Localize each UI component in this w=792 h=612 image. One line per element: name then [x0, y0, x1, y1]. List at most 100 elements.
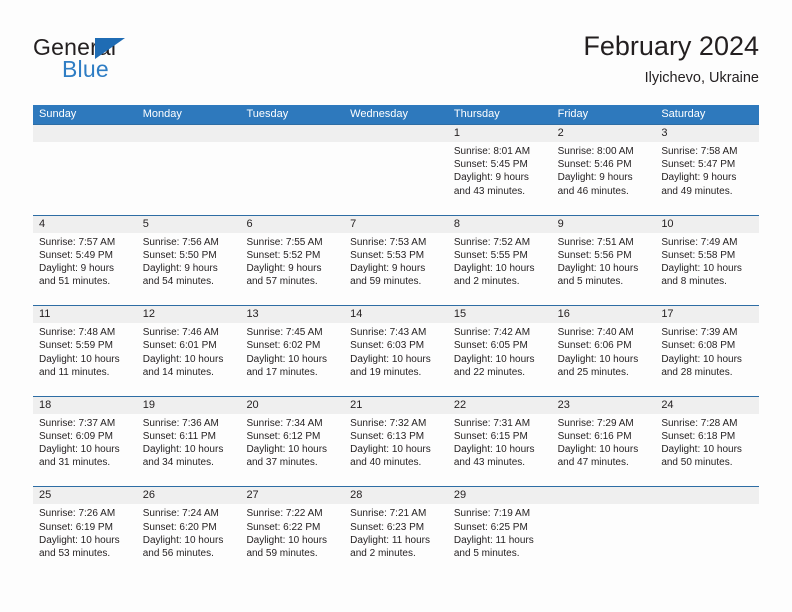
day-number: 29 — [447, 487, 552, 505]
daylight-text-line1: Daylight: 10 hours — [661, 263, 742, 274]
sunset-text: Sunset: 5:58 PM — [661, 249, 736, 261]
daylight-text-line1: Daylight: 10 hours — [557, 444, 639, 456]
day-cell[interactable]: 16 Sunrise: 7:40 AM Sunset: 6:06 PM Dayl… — [551, 306, 656, 396]
daylight-text-line1: Daylight: 10 hours — [39, 534, 120, 546]
day-sun-info: Sunrise: 7:40 AM Sunset: 6:06 PM Dayligh… — [552, 323, 656, 379]
day-number: 3 — [655, 125, 760, 142]
day-cell[interactable] — [240, 125, 345, 215]
day-cell[interactable]: 22 Sunrise: 7:31 AM Sunset: 6:15 PM Dayl… — [447, 396, 552, 487]
day-number: 28 — [344, 487, 448, 505]
sunrise-text: Sunrise: 7:29 AM — [557, 417, 634, 429]
daylight-text-line1: Daylight: 10 hours — [453, 353, 535, 365]
sunrise-text: Sunrise: 7:28 AM — [661, 417, 738, 429]
day-number: 19 — [136, 396, 241, 414]
day-cell[interactable]: 3 Sunrise: 7:58 AM Sunset: 5:47 PM Dayli… — [655, 125, 760, 215]
day-cell[interactable]: 27 Sunrise: 7:22 AM Sunset: 6:22 PM Dayl… — [240, 487, 345, 577]
day-cell[interactable]: 8 Sunrise: 7:52 AM Sunset: 5:55 PM Dayli… — [447, 215, 552, 306]
title-block: February 2024 Ilyichevo, Ukraine — [583, 30, 759, 88]
daylight-text-line2: and 11 minutes. — [39, 366, 110, 378]
sunset-text: Sunset: 5:45 PM — [453, 159, 528, 171]
daylight-text-line1: Daylight: 10 hours — [39, 444, 120, 456]
day-cell[interactable]: 9 Sunrise: 7:51 AM Sunset: 5:56 PM Dayli… — [551, 215, 656, 306]
day-cell[interactable]: 18 Sunrise: 7:37 AM Sunset: 6:09 PM Dayl… — [33, 396, 137, 487]
day-sun-info: Sunrise: 7:52 AM Sunset: 5:55 PM Dayligh… — [448, 233, 552, 289]
week-row: 11 Sunrise: 7:48 AM Sunset: 5:59 PM Dayl… — [33, 305, 760, 396]
sunrise-text: Sunrise: 7:31 AM — [453, 417, 531, 429]
day-sun-info: Sunrise: 7:51 AM Sunset: 5:56 PM Dayligh… — [552, 233, 656, 289]
day-cell[interactable]: 17 Sunrise: 7:39 AM Sunset: 6:08 PM Dayl… — [655, 306, 760, 396]
day-number: 8 — [447, 215, 552, 233]
day-cell[interactable]: 1 Sunrise: 8:01 AM Sunset: 5:45 PM Dayli… — [447, 125, 552, 215]
day-number — [136, 125, 241, 142]
day-sun-info: Sunrise: 7:28 AM Sunset: 6:18 PM Dayligh… — [655, 414, 759, 470]
daylight-text-line1: Daylight: 10 hours — [557, 263, 639, 274]
daylight-text-line2: and 40 minutes. — [350, 457, 422, 469]
day-cell[interactable] — [551, 487, 656, 577]
daylight-text-line2: and 2 minutes. — [350, 547, 416, 559]
sunset-text: Sunset: 6:18 PM — [661, 430, 736, 442]
day-cell[interactable]: 15 Sunrise: 7:42 AM Sunset: 6:05 PM Dayl… — [447, 306, 552, 396]
sunset-text: Sunset: 6:19 PM — [39, 521, 113, 533]
day-sun-info: Sunrise: 7:22 AM Sunset: 6:22 PM Dayligh… — [240, 504, 344, 560]
day-cell[interactable]: 14 Sunrise: 7:43 AM Sunset: 6:03 PM Dayl… — [344, 306, 448, 396]
day-sun-info: Sunrise: 7:19 AM Sunset: 6:25 PM Dayligh… — [448, 504, 552, 560]
sunrise-text: Sunrise: 7:37 AM — [39, 417, 116, 429]
sunrise-text: Sunrise: 7:52 AM — [453, 236, 531, 248]
sunset-text: Sunset: 5:49 PM — [39, 249, 113, 261]
general-blue-logo[interactable]: General Blue — [33, 34, 213, 90]
day-cell[interactable] — [136, 125, 241, 215]
day-cell[interactable]: 24 Sunrise: 7:28 AM Sunset: 6:18 PM Dayl… — [655, 396, 760, 487]
day-number: 26 — [136, 487, 241, 505]
day-cell[interactable]: 21 Sunrise: 7:32 AM Sunset: 6:13 PM Dayl… — [344, 396, 448, 487]
daylight-text-line1: Daylight: 10 hours — [350, 353, 431, 365]
day-cell[interactable]: 20 Sunrise: 7:34 AM Sunset: 6:12 PM Dayl… — [240, 396, 345, 487]
day-cell[interactable]: 2 Sunrise: 8:00 AM Sunset: 5:46 PM Dayli… — [551, 125, 656, 215]
sunrise-text: Sunrise: 7:19 AM — [453, 508, 531, 520]
day-cell[interactable]: 28 Sunrise: 7:21 AM Sunset: 6:23 PM Dayl… — [344, 487, 448, 577]
day-number: 12 — [136, 306, 241, 324]
sunset-text: Sunset: 6:13 PM — [350, 430, 425, 442]
day-cell[interactable]: 13 Sunrise: 7:45 AM Sunset: 6:02 PM Dayl… — [240, 306, 345, 396]
day-cell[interactable]: 25 Sunrise: 7:26 AM Sunset: 6:19 PM Dayl… — [33, 487, 137, 577]
week-row: 4 Sunrise: 7:57 AM Sunset: 5:49 PM Dayli… — [33, 214, 760, 306]
weekday-header-monday: Monday — [142, 108, 182, 120]
daylight-text-line1: Daylight: 9 hours — [350, 263, 426, 274]
day-number — [551, 487, 656, 505]
sunset-text: Sunset: 6:01 PM — [142, 340, 217, 352]
day-number: 2 — [551, 125, 656, 142]
day-cell[interactable] — [655, 487, 760, 577]
day-cell[interactable]: 11 Sunrise: 7:48 AM Sunset: 5:59 PM Dayl… — [33, 306, 137, 396]
sunrise-text: Sunrise: 7:34 AM — [246, 417, 323, 429]
weekday-header-friday: Friday — [557, 108, 589, 120]
day-cell[interactable]: 12 Sunrise: 7:46 AM Sunset: 6:01 PM Dayl… — [136, 306, 241, 396]
day-cell[interactable]: 5 Sunrise: 7:56 AM Sunset: 5:50 PM Dayli… — [136, 215, 241, 306]
sunrise-text: Sunrise: 7:39 AM — [661, 327, 738, 339]
day-sun-info: Sunrise: 7:36 AM Sunset: 6:11 PM Dayligh… — [137, 414, 241, 470]
day-sun-info — [344, 142, 448, 145]
day-number: 16 — [551, 306, 656, 324]
day-sun-info: Sunrise: 7:49 AM Sunset: 5:58 PM Dayligh… — [655, 233, 759, 289]
day-cell[interactable]: 19 Sunrise: 7:36 AM Sunset: 6:11 PM Dayl… — [136, 396, 241, 487]
day-cell[interactable] — [344, 125, 448, 215]
day-cell[interactable]: 4 Sunrise: 7:57 AM Sunset: 5:49 PM Dayli… — [33, 215, 137, 306]
day-cell[interactable]: 7 Sunrise: 7:53 AM Sunset: 5:53 PM Dayli… — [344, 215, 448, 306]
day-cell[interactable] — [33, 125, 137, 215]
week-row: 1 Sunrise: 8:01 AM Sunset: 5:45 PM Dayli… — [33, 124, 760, 215]
day-sun-info: Sunrise: 7:32 AM Sunset: 6:13 PM Dayligh… — [344, 414, 448, 470]
daylight-text-line1: Daylight: 10 hours — [246, 444, 328, 456]
daylight-text-line2: and 46 minutes. — [557, 185, 629, 197]
daylight-text-line1: Daylight: 9 hours — [453, 172, 529, 184]
day-number: 25 — [33, 487, 137, 505]
daylight-text-line2: and 22 minutes. — [453, 366, 526, 378]
day-cell[interactable]: 6 Sunrise: 7:55 AM Sunset: 5:52 PM Dayli… — [240, 215, 345, 306]
day-number: 1 — [447, 125, 552, 142]
day-cell[interactable]: 26 Sunrise: 7:24 AM Sunset: 6:20 PM Dayl… — [136, 487, 241, 577]
day-sun-info: Sunrise: 7:53 AM Sunset: 5:53 PM Dayligh… — [344, 233, 448, 289]
sunset-text: Sunset: 6:06 PM — [557, 340, 632, 352]
daylight-text-line2: and 59 minutes. — [350, 276, 422, 288]
day-cell[interactable]: 23 Sunrise: 7:29 AM Sunset: 6:16 PM Dayl… — [551, 396, 656, 487]
daylight-text-line2: and 5 minutes. — [557, 276, 624, 288]
day-cell[interactable]: 29 Sunrise: 7:19 AM Sunset: 6:25 PM Dayl… — [447, 487, 552, 577]
sunrise-text: Sunrise: 7:24 AM — [142, 508, 219, 520]
day-cell[interactable]: 10 Sunrise: 7:49 AM Sunset: 5:58 PM Dayl… — [655, 215, 760, 306]
